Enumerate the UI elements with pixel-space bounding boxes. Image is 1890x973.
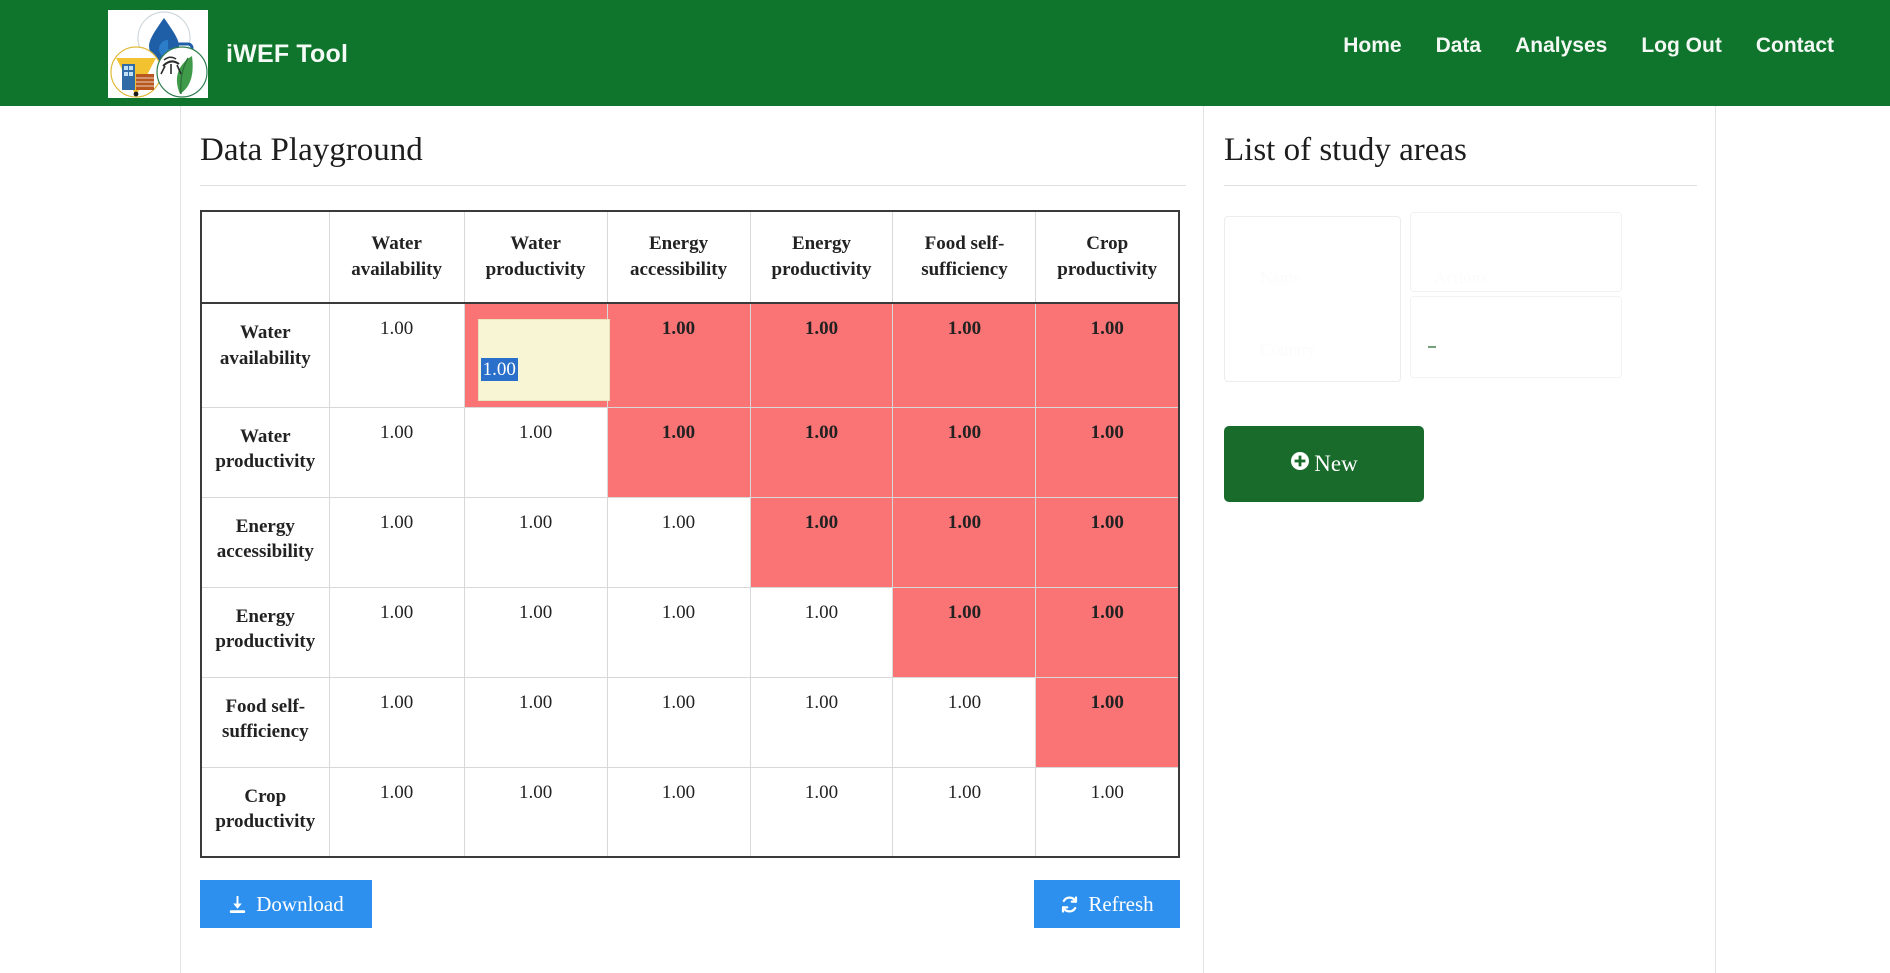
brand[interactable]: iWEF Tool — [108, 10, 348, 98]
cell-1-2[interactable]: 1.00 — [607, 407, 750, 497]
col-header-crop-productivity: Crop productivity — [1036, 211, 1179, 303]
cell-4-1[interactable]: 1.00 — [464, 677, 607, 767]
col-header-energy-productivity: Energy productivity — [750, 211, 893, 303]
row-header-crop-productivity: Crop productivity — [201, 767, 329, 857]
cell-1-4[interactable]: 1.00 — [893, 407, 1036, 497]
download-icon — [228, 895, 247, 914]
col-header-energy-accessibility: Energy accessibility — [607, 211, 750, 303]
cell-1-0[interactable]: 1.00 — [329, 407, 464, 497]
cell-4-5[interactable]: 1.00 — [1036, 677, 1179, 767]
cell-editor-input[interactable]: 1.00 — [478, 319, 610, 401]
table-row: Crop productivity 1.00 1.00 1.00 1.00 1.… — [201, 767, 1179, 857]
nav-item-home[interactable]: Home — [1343, 34, 1401, 58]
cell-1-1[interactable]: 1.00 — [464, 407, 607, 497]
download-button[interactable]: Download — [200, 880, 372, 928]
cell-0-1-editing[interactable]: 1.00 — [464, 303, 607, 407]
page-title: Data Playground — [200, 106, 1186, 185]
cell-2-5[interactable]: 1.00 — [1036, 497, 1179, 587]
new-study-area-label: New — [1314, 451, 1357, 477]
study-areas-divider — [1224, 185, 1697, 186]
col-header-food-self-sufficiency: Food self-sufficiency — [893, 211, 1036, 303]
study-areas-panel: List of study areas Name Country Actions — [1205, 106, 1716, 973]
plus-circle-icon — [1290, 451, 1310, 477]
refresh-button[interactable]: Refresh — [1034, 880, 1180, 928]
matrix-table-wrap: Water availability Water productivity En… — [200, 210, 1186, 858]
row-header-water-productivity: Water productivity — [201, 407, 329, 497]
row-header-energy-accessibility: Energy accessibility — [201, 497, 329, 587]
cell-3-5[interactable]: 1.00 — [1036, 587, 1179, 677]
cell-0-4[interactable]: 1.00 — [893, 303, 1036, 407]
cell-2-4[interactable]: 1.00 — [893, 497, 1036, 587]
nav-item-data[interactable]: Data — [1436, 34, 1482, 58]
study-areas-ghost-card-bottom — [1410, 296, 1622, 378]
cell-3-3[interactable]: 1.00 — [750, 587, 893, 677]
nav-item-contact[interactable]: Contact — [1756, 34, 1834, 58]
cell-5-0[interactable]: 1.00 — [329, 767, 464, 857]
cell-5-1[interactable]: 1.00 — [464, 767, 607, 857]
nav-item-analyses[interactable]: Analyses — [1515, 34, 1607, 58]
refresh-button-label: Refresh — [1088, 892, 1153, 917]
study-areas-ghost-label-name: Name — [1260, 268, 1301, 288]
table-row: Energy accessibility 1.00 1.00 1.00 1.00… — [201, 497, 1179, 587]
row-header-water-availability: Water availability — [201, 303, 329, 407]
cell-5-5[interactable]: 1.00 — [1036, 767, 1179, 857]
cell-2-0[interactable]: 1.00 — [329, 497, 464, 587]
cell-2-3[interactable]: 1.00 — [750, 497, 893, 587]
cell-editor-selected-text: 1.00 — [481, 358, 518, 381]
cell-1-3[interactable]: 1.00 — [750, 407, 893, 497]
nav-links: Home Data Analyses Log Out Contact — [1343, 34, 1834, 58]
study-areas-ghost-label-country: Country — [1260, 340, 1316, 360]
row-header-food-self-sufficiency: Food self-sufficiency — [201, 677, 329, 767]
table-row: Food self-sufficiency 1.00 1.00 1.00 1.0… — [201, 677, 1179, 767]
comparison-matrix-table: Water availability Water productivity En… — [200, 210, 1180, 858]
cell-5-3[interactable]: 1.00 — [750, 767, 893, 857]
cell-2-2[interactable]: 1.00 — [607, 497, 750, 587]
table-corner-cell — [201, 211, 329, 303]
logo-graphic — [108, 10, 208, 98]
cell-4-3[interactable]: 1.00 — [750, 677, 893, 767]
iwef-water-energy-food-logo — [108, 10, 208, 98]
study-areas-ghost-label-actions: Actions — [1434, 268, 1487, 288]
cell-2-1[interactable]: 1.00 — [464, 497, 607, 587]
top-navigation-bar: iWEF Tool Home Data Analyses Log Out Con… — [0, 0, 1890, 106]
table-action-buttons: Download Refresh — [200, 880, 1180, 932]
table-row: Water availability 1.00 1.00 1.00 1.00 1… — [201, 303, 1179, 407]
study-areas-ghost-dash — [1428, 346, 1436, 348]
cell-4-0[interactable]: 1.00 — [329, 677, 464, 767]
row-header-energy-productivity: Energy productivity — [201, 587, 329, 677]
cell-0-2[interactable]: 1.00 — [607, 303, 750, 407]
cell-3-0[interactable]: 1.00 — [329, 587, 464, 677]
cell-0-3[interactable]: 1.00 — [750, 303, 893, 407]
cell-0-5[interactable]: 1.00 — [1036, 303, 1179, 407]
cell-3-2[interactable]: 1.00 — [607, 587, 750, 677]
table-row: Water productivity 1.00 1.00 1.00 1.00 1… — [201, 407, 1179, 497]
study-areas-title: List of study areas — [1224, 106, 1697, 185]
nav-item-log-out[interactable]: Log Out — [1641, 34, 1721, 58]
table-header: Water availability Water productivity En… — [201, 211, 1179, 303]
cell-3-1[interactable]: 1.00 — [464, 587, 607, 677]
cell-5-2[interactable]: 1.00 — [607, 767, 750, 857]
data-playground-panel: Data Playground Water availability Water… — [182, 106, 1204, 973]
cell-3-4[interactable]: 1.00 — [893, 587, 1036, 677]
table-body: Water availability 1.00 1.00 1.00 1.00 1… — [201, 303, 1179, 857]
new-study-area-button[interactable]: New — [1224, 426, 1424, 502]
table-row: Energy productivity 1.00 1.00 1.00 1.00 … — [201, 587, 1179, 677]
header-row: Water availability Water productivity En… — [201, 211, 1179, 303]
cell-1-5[interactable]: 1.00 — [1036, 407, 1179, 497]
col-header-water-productivity: Water productivity — [464, 211, 607, 303]
study-areas-list-empty: Name Country Actions — [1224, 212, 1697, 382]
page-body: Data Playground Water availability Water… — [0, 106, 1890, 973]
right-gutter — [1717, 106, 1890, 973]
cell-0-0[interactable]: 1.00 — [329, 303, 464, 407]
cell-4-2[interactable]: 1.00 — [607, 677, 750, 767]
title-divider — [200, 185, 1186, 186]
left-gutter — [0, 106, 181, 973]
download-button-label: Download — [256, 892, 344, 917]
brand-title: iWEF Tool — [226, 40, 348, 69]
cell-5-4[interactable]: 1.00 — [893, 767, 1036, 857]
col-header-water-availability: Water availability — [329, 211, 464, 303]
cell-4-4[interactable]: 1.00 — [893, 677, 1036, 767]
refresh-icon — [1060, 895, 1079, 914]
